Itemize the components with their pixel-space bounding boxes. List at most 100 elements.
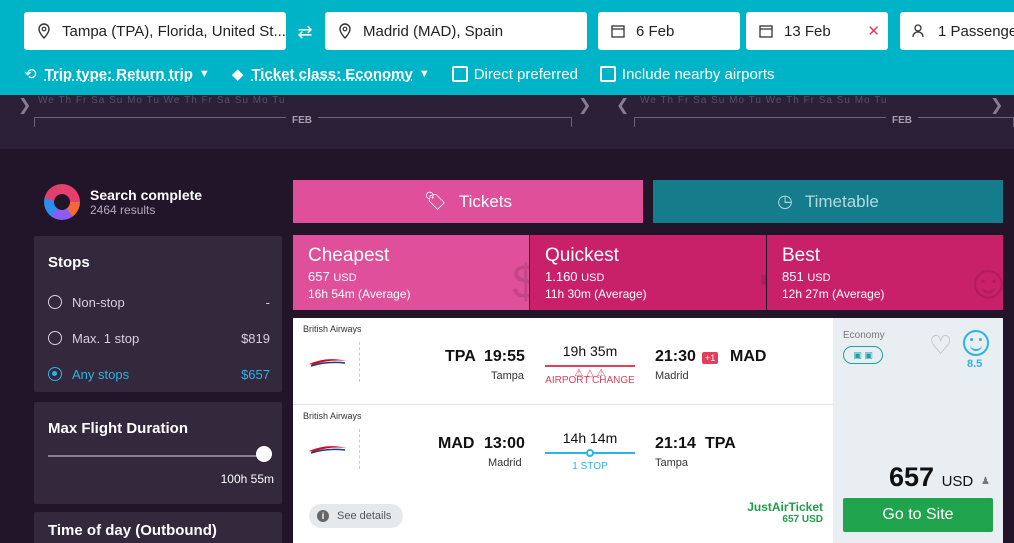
results-count: 2464 results [90, 203, 156, 217]
search-bar: Tampa (TPA), Florida, United St... ⇄ Mad… [0, 0, 1014, 95]
departure-time: 13:00 [484, 435, 525, 452]
stop-price: - [265, 294, 270, 310]
tab-timetable[interactable]: ◷ Timetable [653, 180, 1003, 223]
heart-icon[interactable]: ♡ [929, 330, 952, 361]
destination-field[interactable]: Madrid (MAD), Spain [325, 12, 587, 50]
radio-button[interactable] [48, 367, 62, 381]
direct-label: Direct preferred [473, 65, 578, 83]
stop-dot [586, 449, 594, 457]
chevron-left-icon[interactable]: ❯ [18, 95, 31, 115]
total-price: 657 USD [889, 462, 973, 493]
origin-code: MAD [438, 435, 475, 452]
date-calendar-strip: ❯ We Th Fr Sa Su Mo Tu We Th Fr Sa Su Mo… [0, 95, 1014, 149]
info-icon: i [317, 510, 329, 522]
sort-cheapest[interactable]: Cheapest 657 USD 16h 54m (Average) $ [293, 235, 529, 310]
calendar-icon [758, 23, 774, 39]
arrival-time: 21:30 [655, 348, 696, 365]
provider-price: 657 USD [782, 514, 823, 525]
divider [359, 429, 360, 469]
stop-option-nonstop[interactable]: Non-stop - [48, 292, 270, 312]
return-date-value: 13 Feb [784, 22, 831, 40]
swap-icon[interactable]: ⇄ [294, 22, 316, 42]
location-pin-icon [36, 23, 52, 39]
airline-logo-icon [309, 446, 347, 454]
origin-value: Tampa (TPA), Florida, United St... [62, 22, 286, 40]
duration-note: 1 STOP [572, 461, 608, 472]
close-icon[interactable]: ✕ [867, 22, 880, 40]
seat-icon: ▣ ▣ [843, 346, 883, 364]
passengers-field[interactable]: 1 Passenger [900, 12, 1014, 50]
radio-button[interactable] [48, 295, 62, 309]
month-label-right: FEB [886, 115, 918, 126]
calendar-clock-icon: ◷ [777, 191, 793, 211]
sort-name: Best [782, 245, 821, 266]
price-currency: USD [941, 473, 974, 490]
duration-line [545, 365, 635, 367]
weekdays-right: We Th Fr Sa Su Mo Tu We Th Fr Sa Su Mo T… [640, 95, 888, 106]
rating-score: 8.5 [967, 358, 983, 370]
stop-price: $657 [241, 366, 270, 382]
tab-tickets[interactable]: 🏷 Tickets [293, 180, 643, 223]
direct-checkbox[interactable]: Direct preferred [451, 65, 578, 83]
flight-duration: 19h 35m [562, 343, 618, 359]
chevron-left-icon[interactable]: ❮ [616, 95, 629, 115]
trip-type-dropdown[interactable]: ⟲ Trip type: Return trip ▼ [24, 65, 210, 84]
nearby-checkbox[interactable]: Include nearby airports [599, 65, 775, 83]
duration-title: Max Flight Duration [48, 420, 188, 437]
ticket-class-label: Ticket class: Economy [251, 65, 413, 83]
calendar-icon [610, 23, 626, 39]
duration-slider-track[interactable] [48, 455, 264, 457]
depart-date-field[interactable]: 6 Feb [598, 12, 740, 50]
chevron-right-icon[interactable]: ❯ [990, 95, 1003, 115]
departure-time: 19:55 [484, 348, 525, 365]
arrival-time: 21:14 [655, 435, 696, 452]
sort-name: Cheapest [308, 245, 390, 266]
smiley-icon [963, 330, 989, 356]
status-title: Search complete [90, 187, 203, 203]
airline-name: British Airways [303, 324, 362, 334]
duration-note: AIRPORT CHANGE [545, 375, 635, 386]
duration-slider-handle[interactable] [256, 446, 272, 462]
month-label-left: FEB [286, 115, 318, 126]
ticket-class-dropdown[interactable]: ◆ Ticket class: Economy ▼ [231, 65, 430, 84]
destination-city: Madrid [655, 370, 689, 382]
origin-city: Madrid [488, 457, 522, 469]
person-icon: ♟ [981, 476, 990, 487]
sort-price: 851 USD [782, 269, 988, 284]
tab-label: Timetable [804, 191, 879, 211]
sort-currency: USD [333, 272, 357, 284]
sort-average: 16h 54m (Average) [308, 287, 411, 301]
stop-label: Max. 1 stop [72, 330, 140, 346]
sort-quickest[interactable]: Quickest 1.160 USD 11h 30m (Average) ◔ [530, 235, 766, 310]
return-date-field[interactable]: 13 Feb ✕ [746, 12, 888, 50]
refresh-icon: ⟲ [24, 66, 37, 83]
checkbox-box[interactable] [599, 66, 616, 82]
radio-button[interactable] [48, 331, 62, 345]
sort-currency: USD [581, 272, 605, 284]
smiley-icon: ☺ [963, 256, 1003, 309]
stop-option-any[interactable]: Any stops $657 [48, 364, 270, 384]
user-icon [912, 23, 928, 39]
sort-average: 11h 30m (Average) [545, 287, 647, 301]
sort-best[interactable]: Best 851 USD 12h 27m (Average) ☺ [767, 235, 1003, 310]
origin-field[interactable]: Tampa (TPA), Florida, United St... [24, 12, 286, 50]
sort-price: 1.160 USD [545, 269, 751, 284]
stop-price: $819 [241, 330, 270, 346]
tag-icon: ◆ [231, 66, 244, 83]
destination-city: Tampa [655, 457, 689, 469]
sort-price-value: 657 [308, 269, 330, 284]
sort-price-value: 1.160 [545, 269, 578, 284]
checkbox-box[interactable] [451, 66, 468, 82]
ticket-icon: 🏷 [423, 191, 447, 211]
origin-city: Tampa [491, 370, 525, 382]
tab-label: Tickets [458, 191, 513, 211]
nearby-label: Include nearby airports [621, 65, 775, 83]
sort-currency: USD [807, 272, 831, 284]
chevron-right-icon[interactable]: ❯ [578, 95, 591, 115]
stop-option-max1[interactable]: Max. 1 stop $819 [48, 328, 270, 348]
provider-info: JustAirTicket 657 USD [747, 500, 823, 525]
search-status: Search complete 2464 results [44, 184, 202, 220]
flight-result-card[interactable]: British Airways TPA 19:55 Tampa 19h 35m … [293, 318, 1003, 543]
go-to-site-button[interactable]: Go to Site [843, 498, 993, 532]
see-details-button[interactable]: i See details [309, 504, 403, 528]
